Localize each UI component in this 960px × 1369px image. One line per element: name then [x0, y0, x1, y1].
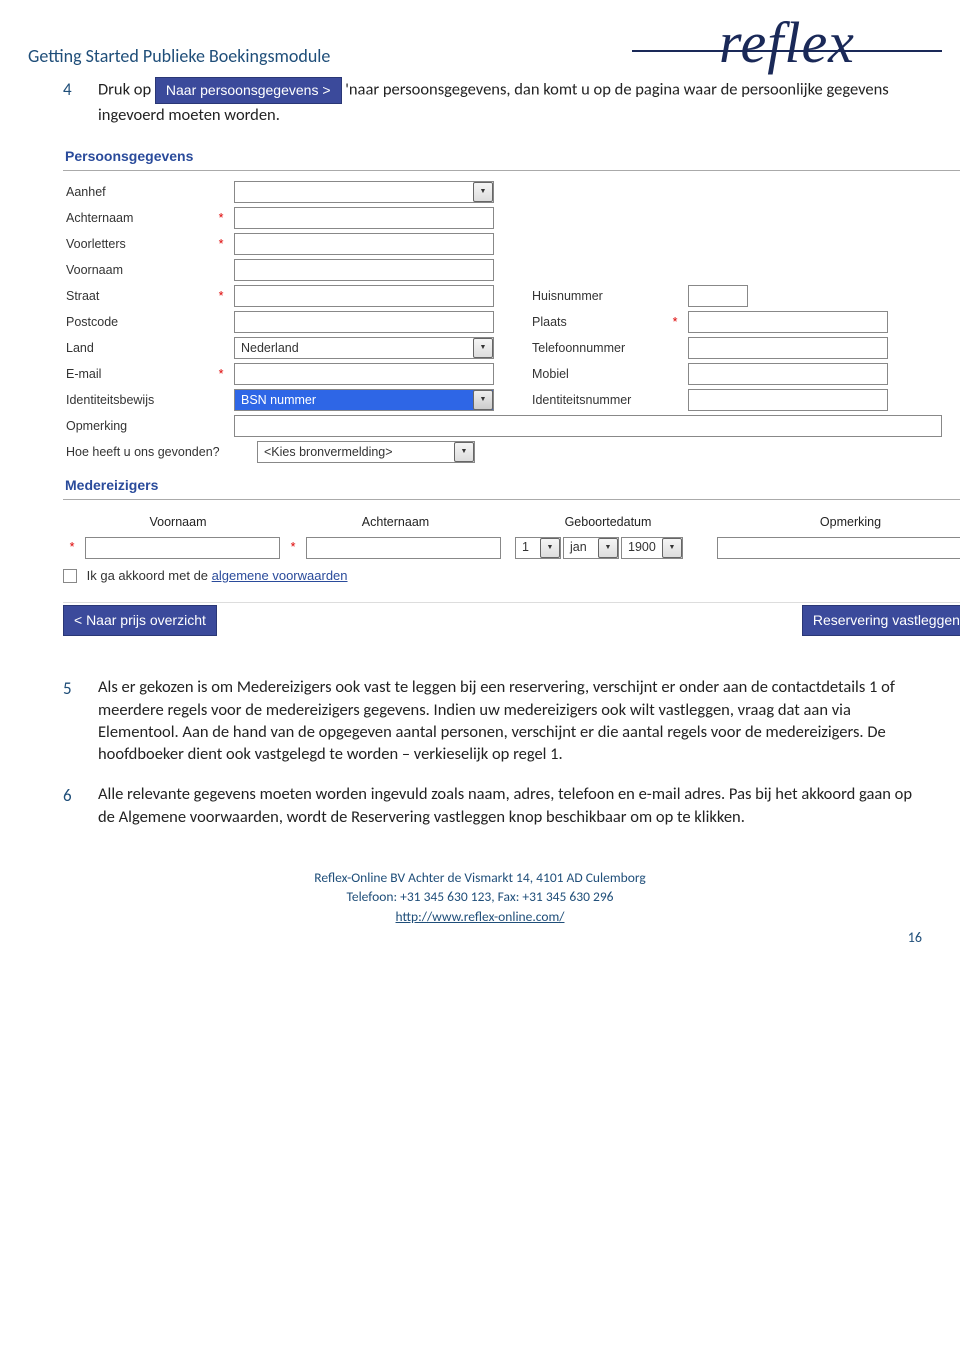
- section-medereizigers: Medereizigers: [63, 473, 960, 500]
- required-marker: *: [284, 539, 302, 556]
- chevron-down-icon: ▼: [540, 538, 560, 558]
- mede-row: * * 1▼ jan▼ 1900▼: [63, 537, 960, 559]
- required-marker: *: [212, 236, 230, 253]
- mobiel-input[interactable]: [688, 363, 888, 385]
- voorletters-input[interactable]: [234, 233, 494, 255]
- land-value: Nederland: [241, 340, 299, 357]
- document-title: Getting Started Publieke Boekingsmodule: [28, 45, 330, 67]
- label-voorletters: Voorletters: [63, 236, 208, 253]
- chevron-down-icon: ▼: [598, 538, 618, 558]
- label-idnummer: Identiteitsnummer: [532, 392, 662, 409]
- step-6: Alle relevante gegevens moeten worden in…: [63, 783, 932, 828]
- footer-url[interactable]: http://www.reflex-online.com/: [396, 908, 565, 925]
- chevron-down-icon: ▼: [454, 442, 474, 462]
- mede-achternaam-input[interactable]: [306, 537, 501, 559]
- step5-text: Als er gekozen is om Medereizigers ook v…: [98, 677, 895, 764]
- label-telefoon: Telefoonnummer: [532, 340, 662, 357]
- mede-col-opmerking: Opmerking: [718, 514, 960, 531]
- label-mobiel: Mobiel: [532, 366, 662, 383]
- label-email: E-mail: [63, 366, 208, 383]
- label-voornaam: Voornaam: [63, 262, 208, 279]
- voornaam-input[interactable]: [234, 259, 494, 281]
- step-4: Druk op Naar persoonsgegevens > 'naar pe…: [63, 77, 932, 636]
- idbewijs-value: BSN nummer: [241, 392, 316, 409]
- chevron-down-icon: ▼: [473, 338, 493, 358]
- label-bron: Hoe heeft u ons gevonden?: [63, 444, 253, 461]
- label-huisnummer: Huisnummer: [532, 288, 662, 305]
- mede-col-achternaam: Achternaam: [293, 514, 498, 531]
- algemene-voorwaarden-link[interactable]: algemene voorwaarden: [212, 568, 348, 583]
- label-plaats: Plaats: [532, 314, 662, 331]
- required-marker: *: [212, 210, 230, 227]
- chevron-down-icon: ▼: [473, 182, 493, 202]
- label-achternaam: Achternaam: [63, 210, 208, 227]
- step-5: Als er gekozen is om Medereizigers ook v…: [63, 676, 932, 765]
- footer-address: Reflex-Online BV Achter de Vismarkt 14, …: [28, 868, 932, 888]
- page-footer: Reflex-Online BV Achter de Vismarkt 14, …: [28, 868, 932, 927]
- mede-jaar-select[interactable]: 1900▼: [621, 537, 683, 559]
- label-aanhef: Aanhef: [63, 184, 208, 201]
- section-persoonsgegevens: Persoonsgegevens: [63, 144, 960, 171]
- mede-voornaam-input[interactable]: [85, 537, 280, 559]
- form-screenshot: Persoonsgegevens Aanhef ▼ Achternaam * V…: [63, 144, 960, 636]
- label-opmerking: Opmerking: [63, 418, 208, 435]
- required-marker: *: [212, 288, 230, 305]
- chevron-down-icon: ▼: [662, 538, 682, 558]
- opmerking-input[interactable]: [234, 415, 942, 437]
- step6-text: Alle relevante gegevens moeten worden in…: [98, 784, 912, 826]
- achternaam-input[interactable]: [234, 207, 494, 229]
- telefoon-input[interactable]: [688, 337, 888, 359]
- footer-phone: Telefoon: +31 345 630 123, Fax: +31 345 …: [28, 887, 932, 907]
- reservering-vastleggen-button[interactable]: Reservering vastleggen >: [802, 605, 960, 636]
- reflex-logo: reflex: [642, 20, 932, 67]
- mede-col-voornaam: Voornaam: [63, 514, 293, 531]
- land-select[interactable]: Nederland ▼: [234, 337, 494, 359]
- email-input[interactable]: [234, 363, 494, 385]
- page-number: 16: [28, 929, 932, 946]
- straat-input[interactable]: [234, 285, 494, 307]
- chevron-down-icon: ▼: [473, 390, 493, 410]
- idbewijs-select[interactable]: BSN nummer ▼: [234, 389, 494, 411]
- idnummer-input[interactable]: [688, 389, 888, 411]
- step4-prefix: Druk op: [98, 79, 155, 99]
- bron-value: <Kies bronvermelding>: [264, 444, 393, 461]
- aanhef-select[interactable]: ▼: [234, 181, 494, 203]
- label-idbewijs: Identiteitsbewijs: [63, 392, 208, 409]
- required-marker: *: [63, 539, 81, 556]
- huisnummer-input[interactable]: [688, 285, 748, 307]
- mede-maand-select[interactable]: jan▼: [563, 537, 619, 559]
- postcode-input[interactable]: [234, 311, 494, 333]
- mede-dag-select[interactable]: 1▼: [515, 537, 561, 559]
- akkoord-row: Ik ga akkoord met de algemene voorwaarde…: [63, 567, 960, 585]
- naar-persoonsgegevens-button-inline: Naar persoonsgegevens >: [155, 77, 342, 104]
- akkoord-text: Ik ga akkoord met de: [87, 568, 212, 583]
- label-land: Land: [63, 340, 208, 357]
- bron-select[interactable]: <Kies bronvermelding> ▼: [257, 441, 475, 463]
- mede-opmerking-input[interactable]: [717, 537, 960, 559]
- mede-header-row: Voornaam Achternaam Geboortedatum Opmerk…: [63, 510, 960, 537]
- label-straat: Straat: [63, 288, 208, 305]
- akkoord-checkbox[interactable]: [63, 569, 77, 583]
- required-marker: *: [212, 366, 230, 383]
- plaats-input[interactable]: [688, 311, 888, 333]
- mede-col-geboortedatum: Geboortedatum: [498, 514, 718, 531]
- label-postcode: Postcode: [63, 314, 208, 331]
- required-marker: *: [666, 314, 684, 331]
- naar-prijs-overzicht-button[interactable]: < Naar prijs overzicht: [63, 605, 217, 636]
